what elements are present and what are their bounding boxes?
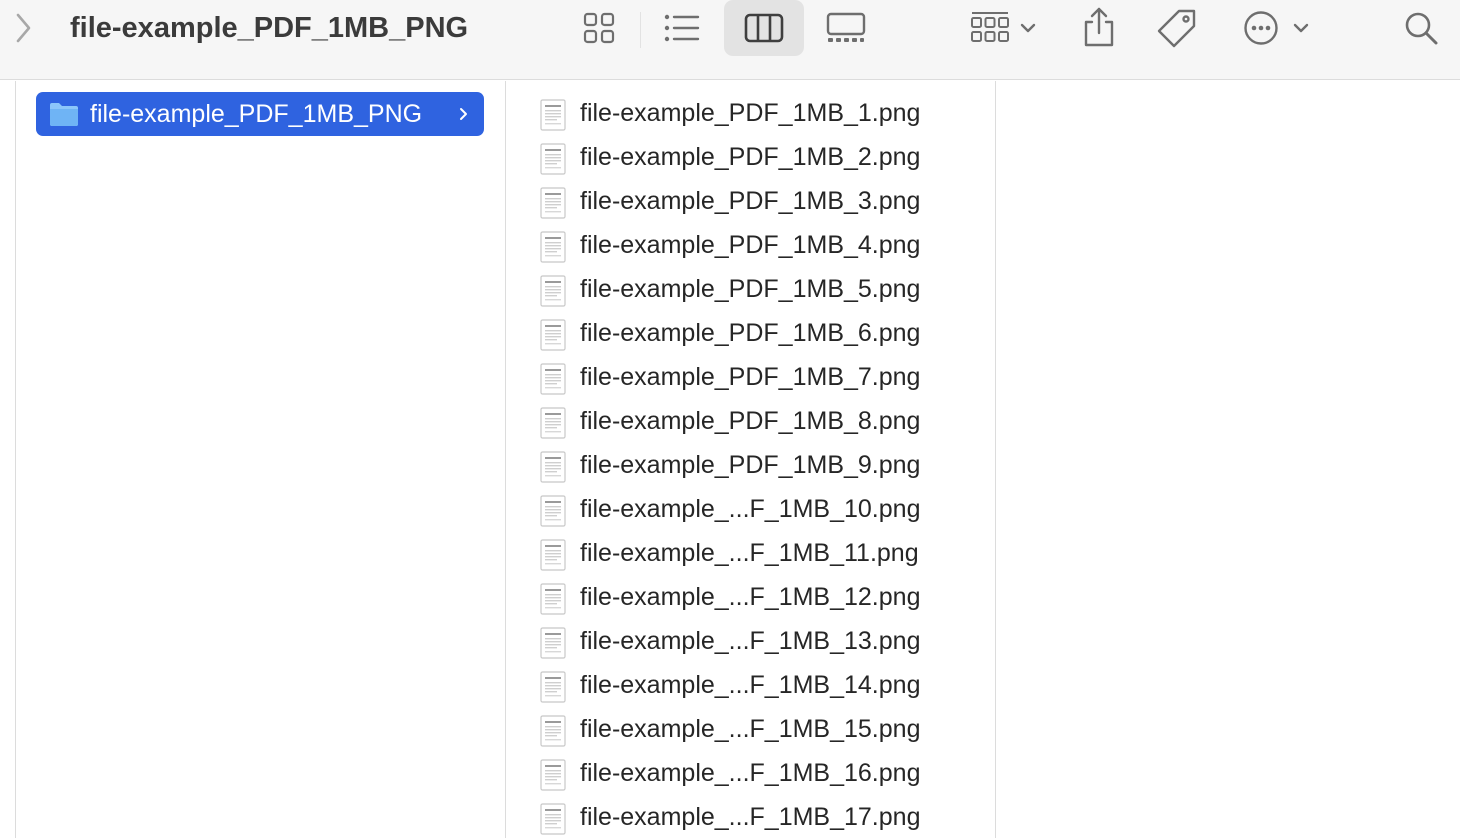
columns-icon xyxy=(744,13,784,43)
png-file-icon xyxy=(540,627,566,659)
tag-button[interactable] xyxy=(1154,6,1200,50)
png-file-icon xyxy=(540,715,566,747)
file-row[interactable]: file-example_PDF_1MB_7.png xyxy=(506,355,995,399)
file-name: file-example_...F_1MB_15.png xyxy=(580,707,920,751)
png-file-icon xyxy=(540,143,566,175)
file-row[interactable]: file-example_PDF_1MB_3.png xyxy=(506,179,995,223)
toolbar-separator xyxy=(640,12,641,48)
file-name: file-example_...F_1MB_16.png xyxy=(580,751,920,795)
file-name: file-example_...F_1MB_14.png xyxy=(580,663,920,707)
file-row[interactable]: file-example_...F_1MB_16.png xyxy=(506,751,995,795)
tag-icon xyxy=(1157,8,1197,48)
chevron-left-icon xyxy=(12,12,32,44)
grid-icon xyxy=(582,11,616,45)
file-row[interactable]: file-example_...F_1MB_12.png xyxy=(506,575,995,619)
list-icon xyxy=(663,13,701,43)
png-file-icon xyxy=(540,583,566,615)
file-row[interactable]: file-example_PDF_1MB_2.png xyxy=(506,135,995,179)
column-3-empty xyxy=(996,81,1460,838)
png-file-icon xyxy=(540,407,566,439)
png-file-icon xyxy=(540,187,566,219)
view-as-list-button[interactable] xyxy=(660,8,704,48)
view-as-gallery-button[interactable] xyxy=(824,8,868,48)
png-file-icon xyxy=(540,539,566,571)
more-actions-button[interactable] xyxy=(1238,8,1316,48)
chevron-right-icon xyxy=(458,104,470,124)
file-name: file-example_PDF_1MB_5.png xyxy=(580,267,920,311)
file-name: file-example_...F_1MB_17.png xyxy=(580,795,920,839)
column-2: file-example_PDF_1MB_1.pngfile-example_P… xyxy=(506,81,996,838)
file-row[interactable]: file-example_...F_1MB_15.png xyxy=(506,707,995,751)
view-as-icons-button[interactable] xyxy=(578,8,620,48)
group-grid-icon xyxy=(970,11,1010,45)
file-name: file-example_PDF_1MB_3.png xyxy=(580,179,920,223)
png-file-icon xyxy=(540,363,566,395)
file-name: file-example_PDF_1MB_4.png xyxy=(580,223,920,267)
view-as-columns-button[interactable] xyxy=(724,0,804,56)
search-icon xyxy=(1403,10,1439,46)
file-name: file-example_PDF_1MB_7.png xyxy=(580,355,920,399)
file-row[interactable]: file-example_PDF_1MB_4.png xyxy=(506,223,995,267)
file-name: file-example_...F_1MB_10.png xyxy=(580,487,920,531)
folder-name: file-example_PDF_1MB_PNG xyxy=(90,100,458,129)
chevron-down-icon xyxy=(1291,21,1311,35)
file-row[interactable]: file-example_PDF_1MB_6.png xyxy=(506,311,995,355)
png-file-icon xyxy=(540,275,566,307)
png-file-icon xyxy=(540,319,566,351)
png-file-icon xyxy=(540,759,566,791)
group-button[interactable] xyxy=(964,8,1044,48)
file-row[interactable]: file-example_...F_1MB_17.png xyxy=(506,795,995,839)
file-name: file-example_PDF_1MB_2.png xyxy=(580,135,920,179)
file-name: file-example_PDF_1MB_8.png xyxy=(580,399,920,443)
window-title: file-example_PDF_1MB_PNG xyxy=(70,8,468,48)
png-file-icon xyxy=(540,231,566,263)
png-file-icon xyxy=(540,451,566,483)
file-row[interactable]: file-example_...F_1MB_14.png xyxy=(506,663,995,707)
file-row[interactable]: file-example_...F_1MB_13.png xyxy=(506,619,995,663)
file-name: file-example_...F_1MB_12.png xyxy=(580,575,920,619)
folder-row-selected[interactable]: file-example_PDF_1MB_PNG xyxy=(36,92,484,136)
file-list: file-example_PDF_1MB_1.pngfile-example_P… xyxy=(506,91,995,839)
png-file-icon xyxy=(540,671,566,703)
gallery-icon xyxy=(826,12,866,44)
file-row[interactable]: file-example_...F_1MB_10.png xyxy=(506,487,995,531)
file-row[interactable]: file-example_PDF_1MB_8.png xyxy=(506,399,995,443)
file-row[interactable]: file-example_PDF_1MB_1.png xyxy=(506,91,995,135)
column-1: file-example_PDF_1MB_PNG xyxy=(16,81,506,838)
file-row[interactable]: file-example_PDF_1MB_9.png xyxy=(506,443,995,487)
ellipsis-circle-icon xyxy=(1243,10,1279,46)
png-file-icon xyxy=(540,99,566,131)
search-button[interactable] xyxy=(1400,8,1442,48)
file-row[interactable]: file-example_...F_1MB_11.png xyxy=(506,531,995,575)
png-file-icon xyxy=(540,803,566,835)
chevron-down-icon xyxy=(1018,21,1038,35)
share-button[interactable] xyxy=(1078,4,1120,50)
back-button[interactable] xyxy=(4,8,40,48)
file-name: file-example_PDF_1MB_6.png xyxy=(580,311,920,355)
file-name: file-example_PDF_1MB_1.png xyxy=(580,91,920,135)
png-file-icon xyxy=(540,495,566,527)
folder-icon xyxy=(48,100,80,128)
previous-column-edge xyxy=(0,81,16,838)
share-icon xyxy=(1082,6,1116,48)
file-name: file-example_...F_1MB_11.png xyxy=(580,531,919,575)
file-name: file-example_...F_1MB_13.png xyxy=(580,619,920,663)
file-row[interactable]: file-example_PDF_1MB_5.png xyxy=(506,267,995,311)
toolbar: file-example_PDF_1MB_PNG xyxy=(0,0,1460,80)
file-name: file-example_PDF_1MB_9.png xyxy=(580,443,920,487)
